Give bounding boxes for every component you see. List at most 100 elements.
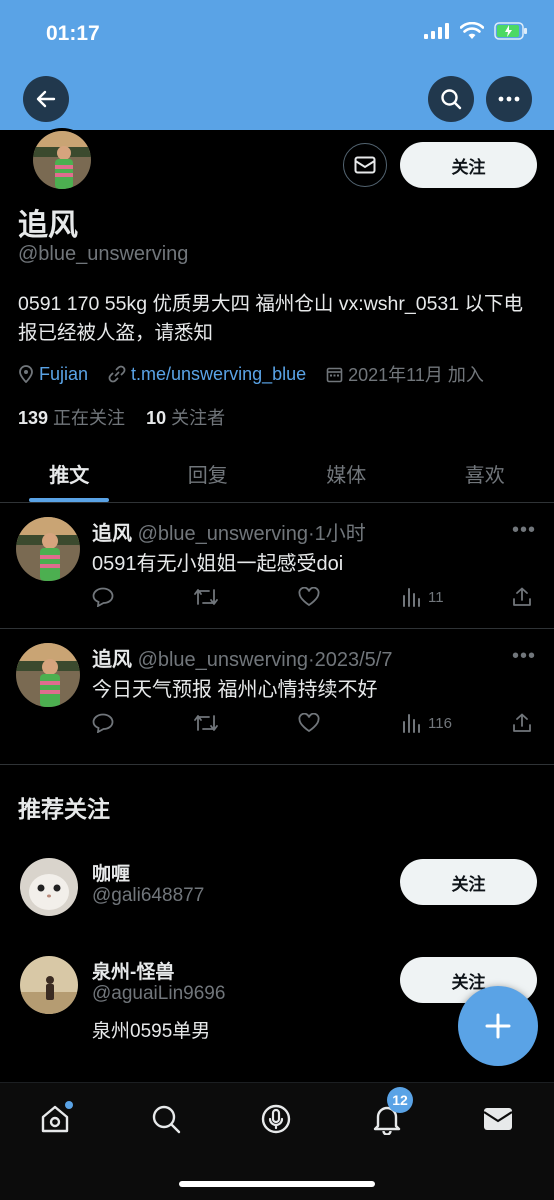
search-button[interactable] [428, 76, 474, 122]
tweet-header: 追风 @blue_unswerving·2023/5/7 [92, 643, 392, 672]
tweet[interactable]: 追风 @blue_unswerving·2023/5/7 ••• 今日天气预报 … [0, 629, 554, 765]
retweet-icon [194, 715, 218, 731]
heart-icon [298, 713, 320, 733]
share-button[interactable] [512, 587, 532, 607]
nav-notifications[interactable]: 12 [367, 1087, 413, 1139]
share-button[interactable] [512, 713, 532, 733]
tweet-more-button[interactable]: ••• [512, 519, 536, 542]
follow-stats: 139 正在关注 10 关注者 [18, 404, 225, 430]
tweet-avatar[interactable] [16, 643, 80, 707]
share-icon [513, 587, 531, 606]
followers-label: 关注者 [171, 408, 226, 428]
tweet-actions: 11 [92, 587, 540, 615]
like-button[interactable] [298, 713, 320, 733]
status-time: 01:17 [46, 22, 100, 45]
tweet-author-name[interactable]: 追风 [92, 523, 132, 545]
search-icon [152, 1105, 181, 1134]
tab-media[interactable]: 媒体 [277, 445, 416, 502]
avatar-image [16, 643, 80, 707]
compose-button[interactable] [458, 986, 538, 1066]
battery-icon [494, 22, 527, 40]
tweet-text: 今日天气预报 福州心情持续不好 [92, 679, 378, 701]
tab-likes[interactable]: 喜欢 [416, 445, 554, 502]
tab-tweets[interactable]: 推文 [0, 445, 139, 502]
more-button[interactable] [486, 76, 532, 122]
location: Fujian [18, 364, 88, 385]
spaces-icon [261, 1104, 291, 1134]
follow-button[interactable]: 关注 [400, 142, 537, 188]
home-indicator [179, 1181, 375, 1187]
calendar-icon [326, 367, 343, 382]
recommend-avatar[interactable] [20, 858, 78, 916]
joined-text: 2021年11月 加入 [348, 365, 484, 385]
reply-icon [92, 587, 114, 607]
nav-spaces[interactable] [256, 1099, 296, 1139]
link-icon [108, 365, 126, 383]
retweet-icon [194, 589, 218, 605]
tweet-header: 追风 @blue_unswerving·1小时 [92, 517, 366, 546]
signal-icon [424, 23, 449, 39]
views-button[interactable]: 11 [402, 587, 444, 607]
tweet-author-handle: @blue_unswerving [137, 523, 308, 545]
recommend-name: 泉州-怪兽 [92, 962, 175, 983]
link-text[interactable]: t.me/unswerving_blue [131, 364, 306, 385]
following-stat[interactable]: 139 正在关注 [18, 408, 125, 428]
share-icon [513, 713, 531, 732]
recommend-avatar[interactable] [20, 956, 78, 1014]
profile-display-name: 追风 [18, 209, 78, 242]
arrow-left-icon [36, 90, 56, 108]
follow-button[interactable]: 关注 [400, 859, 537, 905]
nav-search[interactable] [146, 1099, 186, 1139]
tweet[interactable]: 追风 @blue_unswerving·1小时 ••• 0591有无小姐姐一起感… [0, 503, 554, 629]
tweet-avatar[interactable] [16, 517, 80, 581]
recommend-handle: @aguaiLin9696 [92, 983, 226, 1004]
following-count: 139 [18, 408, 49, 428]
notifications-badge: 12 [387, 1087, 413, 1113]
back-button[interactable] [23, 76, 69, 122]
plus-icon [485, 1013, 511, 1039]
message-button[interactable] [343, 143, 387, 187]
like-button[interactable] [298, 587, 320, 607]
views-count: 116 [428, 714, 452, 732]
cat-avatar-image [20, 858, 78, 916]
recommend-user[interactable]: 咖喱 @gali648877 关注 [0, 850, 554, 930]
beach-avatar-image [20, 956, 78, 1014]
recommend-handle: @gali648877 [92, 885, 205, 906]
recommend-title: 推荐关注 [18, 796, 110, 822]
following-label: 正在关注 [53, 408, 126, 428]
retweet-button[interactable] [193, 587, 219, 607]
views-icon [403, 588, 420, 607]
reply-button[interactable] [92, 713, 114, 733]
nav-messages[interactable] [478, 1099, 518, 1139]
profile-avatar[interactable] [30, 128, 94, 192]
tweet-time: ·1小时 [307, 523, 366, 545]
tweet-actions: 116 [92, 713, 540, 741]
mail-icon [354, 156, 376, 174]
recommend-bio: 泉州0595单男 [92, 1021, 211, 1042]
status-bar: 01:17 [0, 0, 554, 70]
views-button[interactable]: 116 [402, 713, 452, 733]
nav-home[interactable] [35, 1099, 75, 1139]
avatar-image [16, 517, 80, 581]
search-icon [441, 89, 462, 110]
heart-icon [298, 587, 320, 607]
profile-tabs: 推文 回复 媒体 喜欢 [0, 445, 554, 503]
reply-icon [92, 713, 114, 733]
profile-header [0, 70, 554, 130]
wifi-icon [460, 22, 484, 39]
tweet-author-handle: @blue_unswerving [137, 649, 308, 671]
followers-stat[interactable]: 10 关注者 [146, 408, 225, 428]
location-text: Fujian [39, 363, 89, 384]
tweet-text: 0591有无小姐姐一起感受doi [92, 553, 344, 575]
retweet-button[interactable] [193, 713, 219, 733]
views-count: 11 [428, 588, 444, 606]
avatar-image [33, 131, 91, 189]
more-icon [498, 96, 520, 102]
profile-link[interactable]: t.me/unswerving_blue [108, 364, 306, 385]
tab-replies[interactable]: 回复 [139, 445, 278, 502]
profile-meta: Fujian t.me/unswerving_blue 2021年11月 加入 [18, 361, 504, 387]
tweet-author-name[interactable]: 追风 [92, 649, 132, 671]
mail-icon [483, 1108, 513, 1130]
tweet-more-button[interactable]: ••• [512, 645, 536, 668]
reply-button[interactable] [92, 587, 114, 607]
